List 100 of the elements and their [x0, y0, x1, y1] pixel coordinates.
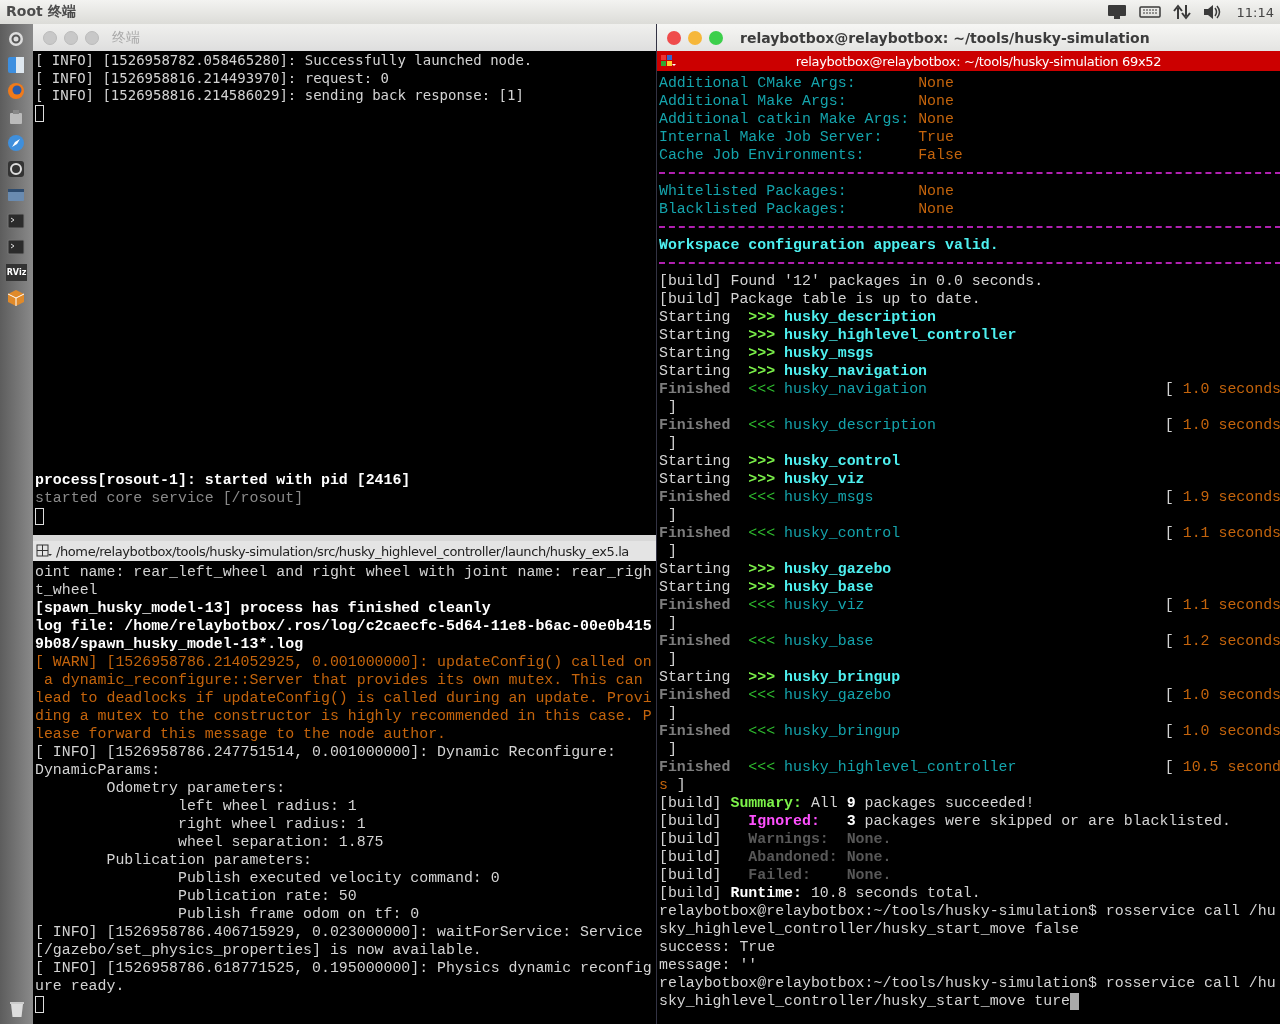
pane-title: relaybotbox@relaybotbox: ~/tools/husky-simulation 69x52 — [794, 53, 1163, 69]
setting-key: Cache Job Environments: — [659, 146, 919, 164]
setting-key: Additional Make Args: — [659, 92, 919, 110]
duration-text: 10.5 second — [1182, 759, 1280, 775]
terminal-text: 10.8 seconds total. — [809, 884, 981, 902]
setting-key: Whitelisted Packages: — [659, 182, 919, 200]
setting-key: Blacklisted Packages: — [659, 200, 919, 218]
package-name: husky_msgs — [784, 488, 874, 506]
terminal-text: [build] — [659, 812, 722, 830]
setting-value: True — [918, 128, 954, 146]
setting-value: False — [918, 146, 963, 164]
speaker-icon[interactable] — [1202, 4, 1221, 20]
terminal-text: DynamicParams: — [35, 761, 161, 779]
bracket-text: ] — [666, 506, 677, 524]
keyboard-icon[interactable] — [1138, 6, 1161, 18]
setting-key: Additional CMake Args: — [659, 74, 919, 92]
status-text: Finished — [659, 758, 732, 776]
terminal-text: Warnings: None. — [747, 830, 892, 848]
package-name: husky_gazebo — [784, 560, 892, 578]
network-arrows-icon[interactable] — [1172, 4, 1191, 20]
terminal-text: ] — [675, 776, 686, 794]
terminal-icon[interactable] — [7, 212, 26, 230]
package-name: husky_control — [784, 452, 901, 470]
package-name: husky_navigation — [784, 380, 928, 398]
terminal-text: 9b08/spawn_husky_model-13*.log — [35, 635, 304, 653]
terminal-icon[interactable] — [7, 238, 26, 256]
marker-text: <<< — [748, 722, 777, 740]
window-title: 终端 — [112, 28, 140, 47]
package-name: husky_bringup — [784, 722, 901, 740]
setting-value: None — [918, 92, 954, 110]
globe-icon[interactable] — [7, 82, 26, 100]
monitor-icon[interactable] — [1106, 4, 1127, 20]
status-text: Starting — [659, 668, 732, 686]
compass-icon[interactable] — [7, 134, 26, 152]
terminal-text: packages were skipped or are blacklisted. — [863, 812, 1231, 830]
clock[interactable]: 11:14 — [1236, 4, 1274, 20]
terminal-text: relaybotbox@relaybotbox:~/tools/husky-simulation$ rosservice call /hu — [659, 974, 1276, 992]
duration-text: 1.0 seconds — [1182, 723, 1280, 739]
status-text: Starting — [659, 578, 732, 596]
bracket-text: [ — [1164, 525, 1174, 541]
grid-icon[interactable] — [36, 544, 52, 558]
window-icon[interactable] — [7, 186, 26, 204]
bracket-text: [ — [1164, 489, 1174, 505]
marker-text: <<< — [748, 758, 777, 776]
terminal-text: [ WARN] [1526958786.214052925, 0.001000000]: updateConfig() called on — [35, 653, 652, 671]
trash-icon[interactable] — [8, 1000, 25, 1018]
setting-value: None — [918, 200, 954, 218]
duration-text: 1.2 seconds — [1182, 633, 1280, 649]
status-text: Finished — [659, 380, 732, 398]
terminal-text: Publish executed velocity command: 0 — [176, 869, 500, 887]
terminal-text: wheel separation: 1.875 — [176, 833, 384, 851]
duration-text: 1.0 seconds — [1182, 417, 1280, 433]
terminal-text: process[rosout-1]: started with pid [2416] — [35, 471, 411, 489]
terminal-text: oint name: rear_left_wheel and right wheel with joint name: rear_righ — [35, 563, 652, 581]
setting-value: None — [918, 110, 954, 128]
terminal-text: Ignored: — [747, 812, 820, 830]
bracket-text: ] — [666, 542, 677, 560]
bracket-text: [ — [1164, 633, 1174, 649]
terminal-text: relaybotbox@relaybotbox:~/tools/husky-simulation$ rosservice call /hu — [659, 902, 1276, 920]
terminal-text: [ INFO] [1526958816.214493970]: request: 0 — [35, 69, 389, 87]
terminal-text: [build] — [659, 848, 722, 866]
status-text: Finished — [659, 524, 732, 542]
terminal-text: Runtime: — [730, 884, 802, 902]
terminal-text: [build] — [659, 884, 723, 902]
marker-text: <<< — [748, 416, 777, 434]
window-title: relaybotbox@relaybotbox: ~/tools/husky-simulation — [740, 29, 1150, 46]
status-text: Starting — [659, 470, 732, 488]
status-text: Finished — [659, 632, 732, 650]
app-launcher-label[interactable]: RViz — [5, 264, 28, 281]
status-text: Starting — [659, 362, 732, 380]
terminal-text: sky_highlevel_controller/husky_start_move ture — [659, 992, 1071, 1010]
terminal-text: Failed: None. — [747, 866, 892, 884]
terminal-text: [ INFO] [1526958786.406715929, 0.023000000]: waitForService: Service — [35, 923, 643, 941]
marker-text: <<< — [748, 686, 777, 704]
bracket-text: ] — [666, 614, 677, 632]
terminal-text: Summary: — [730, 794, 802, 812]
bracket-text: ] — [666, 434, 677, 452]
status-text: Finished — [659, 596, 732, 614]
marker-text: <<< — [748, 488, 777, 506]
status-text: Finished — [659, 686, 732, 704]
bracket-text: [ — [1164, 759, 1174, 775]
disc-icon[interactable] — [7, 160, 26, 178]
box-icon[interactable] — [7, 289, 26, 307]
bracket-text: ] — [666, 704, 677, 722]
terminal-text: Publish frame odom on tf: 0 — [176, 905, 420, 923]
setting-key: Additional catkin Make Args: — [659, 110, 919, 128]
status-text: Finished — [659, 488, 732, 506]
terminal-text: [build] — [659, 794, 723, 812]
marker-text: <<< — [748, 632, 777, 650]
terminal-text: Workspace configuration appears valid. — [659, 236, 999, 254]
marker-text: >>> — [748, 560, 777, 578]
bracket-text: ] — [666, 650, 677, 668]
ring-icon[interactable] — [7, 30, 26, 48]
terminal-text: [build] — [659, 830, 722, 848]
status-text: Starting — [659, 344, 732, 362]
window-control[interactable] — [667, 30, 681, 45]
terminal-text: Abandoned: None. — [747, 848, 892, 866]
terminal-text: [build] Found '12' packages in 0.0 seconds. — [659, 272, 1044, 290]
marker-text: >>> — [748, 308, 777, 326]
marker-text: >>> — [748, 470, 777, 488]
